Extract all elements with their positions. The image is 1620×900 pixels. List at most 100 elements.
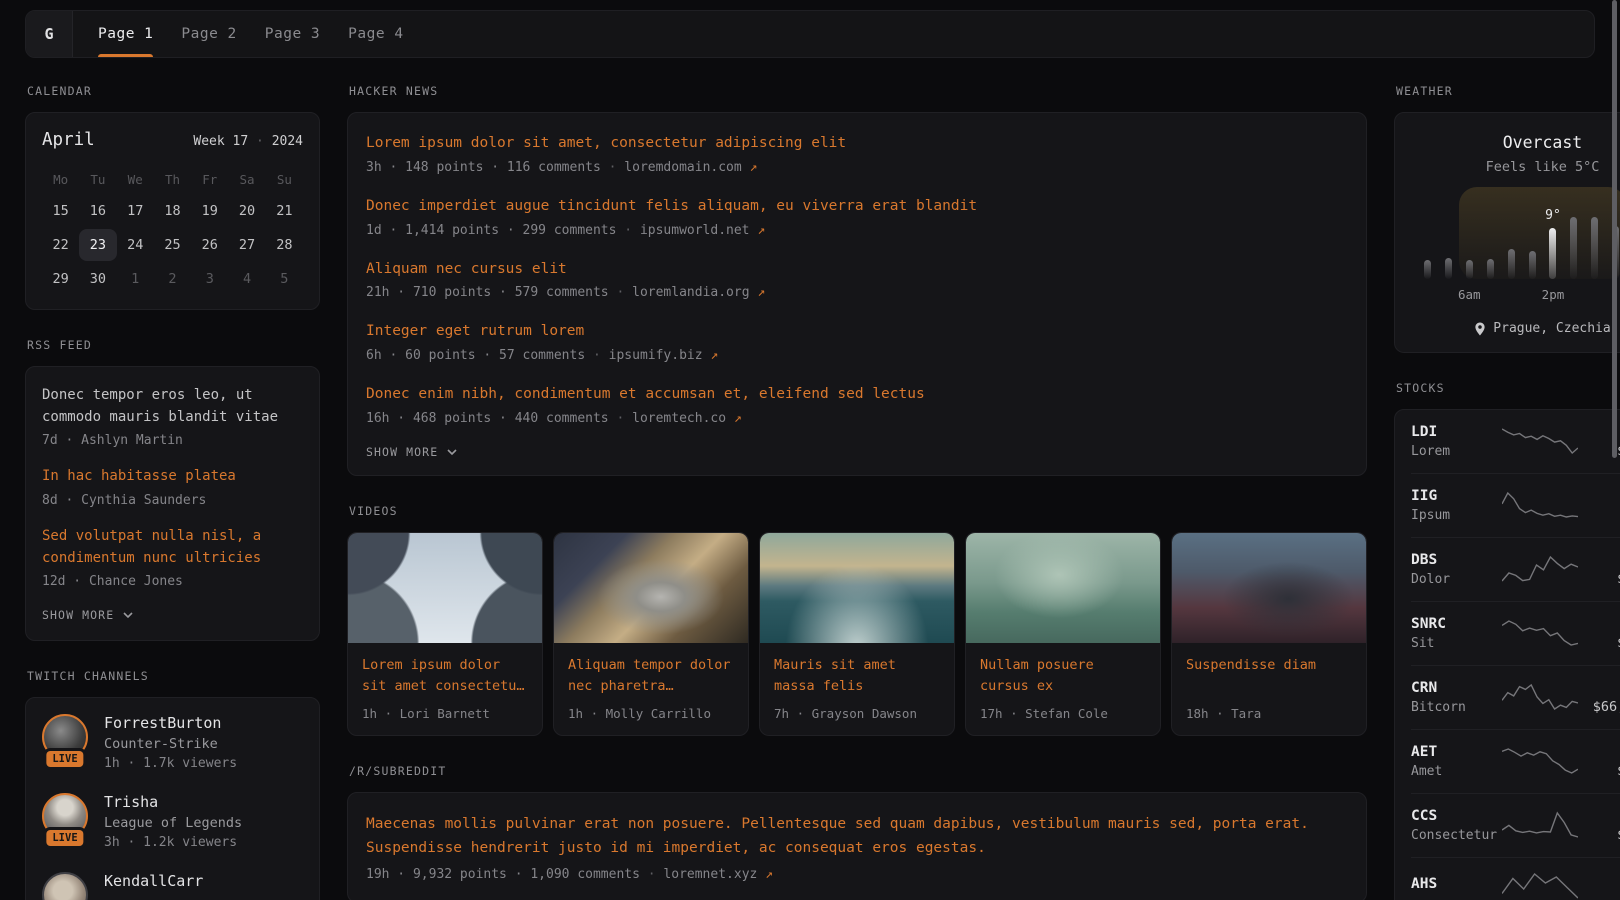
calendar-month: April [42,130,95,150]
hn-item-domain-link[interactable]: loremtech.co [632,411,726,426]
weather-tick-label: 6am [1458,287,1481,302]
tab-page-3[interactable]: Page 3 [265,11,320,57]
video-title[interactable]: Mauris sit amet massa felis [774,655,940,697]
twitch-channel[interactable]: LIVE KendallCarr [42,872,303,900]
stock-row[interactable]: LDI Lorem +4.35% $795.18 [1411,410,1620,473]
subreddit-post-domain-link[interactable]: loremnet.xyz [663,867,757,882]
calendar-day[interactable]: 1 [117,263,154,295]
stock-sparkline [1502,871,1578,900]
page-scrollbar[interactable] [1612,0,1617,458]
hn-item-title[interactable]: Lorem ipsum dolor sit amet, consectetur … [366,133,1348,155]
weather-hourly-chart: 9° [1417,187,1620,279]
video-title[interactable]: Suspendisse diam [1186,655,1352,697]
stock-price: $148.64 [1578,635,1620,651]
calendar-day[interactable]: 21 [266,195,303,227]
weather-location-label: Prague, Czechia [1493,321,1610,336]
hn-item-domain-link[interactable]: ipsumify.biz [609,348,703,363]
calendar-day[interactable]: 27 [228,229,265,261]
weekday-label: Tu [79,164,116,195]
calendar-day[interactable]: 3 [191,263,228,295]
tab-page-1[interactable]: Page 1 [98,11,153,57]
calendar-day[interactable]: 29 [42,263,79,295]
calendar-day[interactable]: 23 [79,229,116,261]
video-card[interactable]: Nullam posuere cursus ex 17h · Stefan Co… [965,532,1161,736]
calendar-day[interactable]: 2 [154,263,191,295]
hn-item-title[interactable]: Aliquam nec cursus elit [366,259,1348,281]
video-thumbnail [966,533,1160,643]
calendar-day[interactable]: 30 [79,263,116,295]
external-link-icon: ↗ [710,348,718,363]
calendar-day[interactable]: 20 [228,195,265,227]
calendar-weekday-row: Mo Tu We Th Fr Sa Su [42,164,303,195]
calendar-day[interactable]: 5 [266,263,303,295]
channel-avatar: LIVE [42,793,88,839]
channel-avatar: LIVE [42,872,88,900]
stocks-widget: LDI Lorem +4.35% $795.18 IIG Ipsum +2.84… [1394,409,1620,900]
video-thumbnail [1172,533,1366,643]
video-card[interactable]: Lorem ipsum dolor sit amet consectetu… 1… [347,532,543,736]
calendar-widget: April Week 17 · 2024 Mo Tu We Th Fr Sa S… [25,112,320,310]
calendar-day[interactable]: 18 [154,195,191,227]
weather-bars: 9° [1417,187,1620,279]
stock-row[interactable]: CCS Consectetur +0.51% $165.84 [1411,793,1620,857]
external-link-icon: ↗ [750,160,758,175]
hn-item-title[interactable]: Donec imperdiet augue tincidunt felis al… [366,196,1348,218]
calendar-day[interactable]: 15 [42,195,79,227]
weather-hour-bar [1459,187,1480,279]
stock-row[interactable]: AET Amet +0.92% $499.72 [1411,729,1620,793]
calendar-day[interactable]: 26 [191,229,228,261]
stock-row[interactable]: AHS +0.46% [1411,857,1620,900]
rss-show-more-button[interactable]: SHOW MORE [42,608,133,622]
stock-symbol: AET [1411,744,1502,760]
rss-item: Donec tempor eros leo, ut commodo mauris… [42,385,303,448]
weather-hour-bar [1438,187,1459,279]
video-card[interactable]: Mauris sit amet massa felis 7h · Grayson… [759,532,955,736]
hn-item-domain-link[interactable]: loremlandia.org [632,285,749,300]
calendar-day[interactable]: 24 [117,229,154,261]
calendar-day[interactable]: 16 [79,195,116,227]
stock-price: $156.28 [1578,571,1620,587]
calendar-day[interactable]: 22 [42,229,79,261]
stock-row[interactable]: DBS Dolor +1.42% $156.28 [1411,537,1620,601]
channel-game: League of Legends [104,815,242,831]
weather-location[interactable]: Prague, Czechia [1417,321,1620,336]
twitch-channel[interactable]: LIVE Trisha League of Legends 3h · 1.2k … [42,793,303,850]
rss-item-title[interactable]: Donec tempor eros leo, ut commodo mauris… [42,385,303,428]
hn-item: Donec imperdiet augue tincidunt felis al… [366,196,1348,238]
app-logo[interactable]: G [26,11,73,57]
hn-show-more-button[interactable]: SHOW MORE [366,445,457,459]
video-card[interactable]: Aliquam tempor dolor nec pharetra… 1h · … [553,532,749,736]
calendar-day[interactable]: 28 [266,229,303,261]
video-title[interactable]: Aliquam tempor dolor nec pharetra… [568,655,734,697]
channel-meta: 3h · 1.2k viewers [104,835,242,850]
subreddit-post-title[interactable]: Maecenas mollis pulvinar erat non posuer… [366,813,1348,861]
rss-item-title[interactable]: Sed volutpat nulla nisl, a condimentum n… [42,526,303,569]
left-column: CALENDAR April Week 17 · 2024 Mo Tu We T… [25,84,320,900]
stock-sparkline [1502,746,1578,776]
chevron-down-icon [447,447,457,457]
hn-item-domain-link[interactable]: loremdomain.com [624,160,741,175]
calendar-day[interactable]: 4 [228,263,265,295]
calendar-day[interactable]: 25 [154,229,191,261]
stock-symbol: LDI [1411,424,1502,440]
calendar-day[interactable]: 19 [191,195,228,227]
hn-item-title[interactable]: Donec enim nibh, condimentum et accumsan… [366,384,1348,406]
videos-heading: VIDEOS [349,504,1367,518]
video-title[interactable]: Lorem ipsum dolor sit amet consectetu… [362,655,528,697]
stock-row[interactable]: IIG Ipsum +2.84% $42.04 [1411,473,1620,537]
rss-heading: RSS FEED [27,338,320,352]
twitch-section: TWITCH CHANNELS LIVE ForrestBurton Count… [25,669,320,900]
tab-page-2[interactable]: Page 2 [181,11,236,57]
stock-row[interactable]: CRN Bitcorn -1.00% $66,171.48 [1411,665,1620,729]
hn-item-title[interactable]: Integer eget rutrum lorem [366,321,1348,343]
video-title[interactable]: Nullam posuere cursus ex [980,655,1146,697]
rss-item-title[interactable]: In hac habitasse platea [42,466,303,488]
hn-item-domain-link[interactable]: ipsumworld.net [640,223,750,238]
channel-name: KendallCarr [104,872,203,890]
tab-page-4[interactable]: Page 4 [348,11,403,57]
calendar-day[interactable]: 17 [117,195,154,227]
video-card[interactable]: Suspendisse diam 18h · Tara [1171,532,1367,736]
show-more-label: SHOW MORE [42,608,114,622]
stock-row[interactable]: SNRC Sit +1.36% $148.64 [1411,601,1620,665]
twitch-channel[interactable]: LIVE ForrestBurton Counter-Strike 1h · 1… [42,714,303,771]
